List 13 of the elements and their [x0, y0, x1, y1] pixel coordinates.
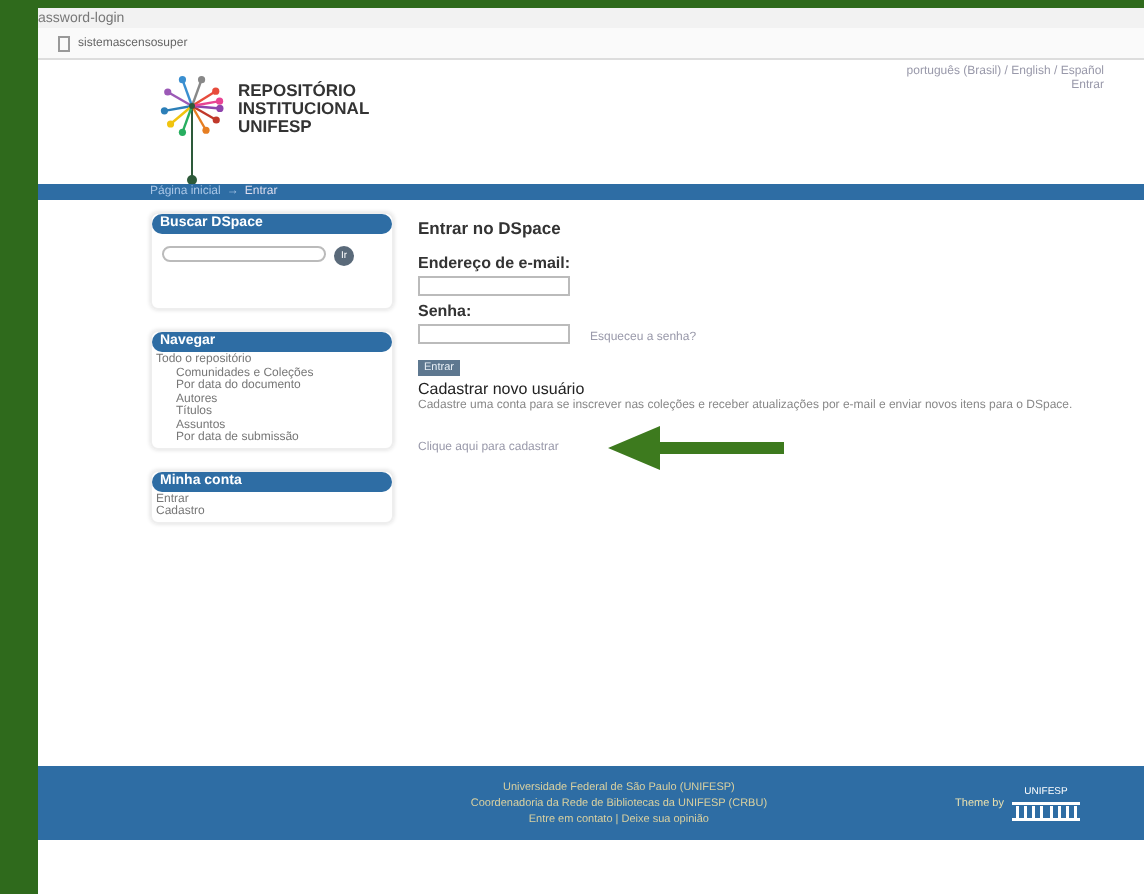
arrow-icon	[608, 426, 785, 470]
page-icon	[58, 35, 70, 51]
logo-text: INSTITUCIONAL	[238, 100, 370, 118]
page-title: Entrar no DSpace	[418, 218, 561, 238]
logo-text: REPOSITÓRIO	[238, 82, 359, 100]
email-field[interactable]	[418, 276, 570, 296]
search-field[interactable]	[162, 246, 326, 262]
password-field[interactable]	[418, 324, 570, 344]
email-label: Endereço de e-mail:	[418, 254, 571, 272]
building-icon	[1012, 797, 1080, 821]
password-label: Senha:	[418, 302, 472, 320]
logo-text: UNIFESP	[238, 118, 314, 136]
section-title: Cadastrar novo usuário	[418, 380, 585, 398]
